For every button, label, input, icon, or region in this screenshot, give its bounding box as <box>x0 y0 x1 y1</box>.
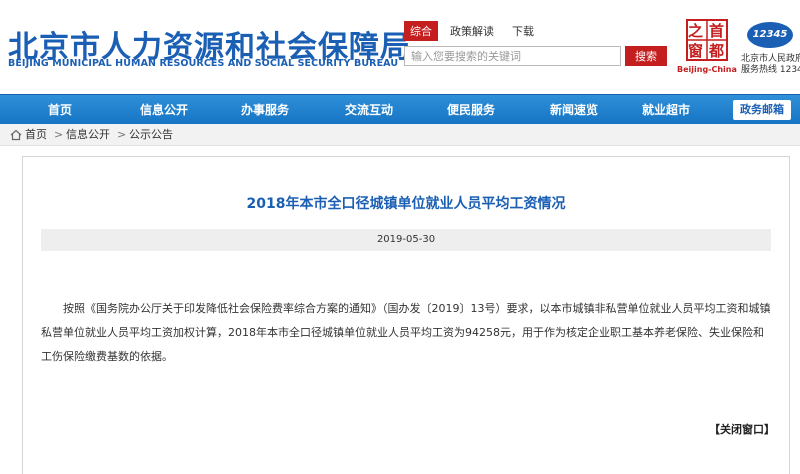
main-nav: 首页 信息公开 办事服务 交流互动 便民服务 新闻速览 就业超市 政务邮箱 <box>0 94 800 124</box>
capital-glyph: 之 <box>688 22 704 40</box>
nav-item-info-disclosure[interactable]: 信息公开 <box>140 95 188 125</box>
hotline-text: 北京市人民政府 服务热线 12345 <box>741 54 800 76</box>
capital-glyph: 首 <box>709 22 725 40</box>
site-header: 北京市人力资源和社会保障局 BEIJING MUNICIPAL HUMAN RE… <box>0 0 800 92</box>
capital-glyph: 都 <box>709 42 725 60</box>
breadcrumb-announcements[interactable]: 公示公告 <box>129 124 173 146</box>
nav-item-services[interactable]: 办事服务 <box>241 95 289 125</box>
breadcrumb-home[interactable]: 首页 <box>25 124 47 146</box>
search-button[interactable]: 搜索 <box>625 46 667 66</box>
nav-item-news[interactable]: 新闻速览 <box>550 95 598 125</box>
gov-mail-button[interactable]: 政务邮箱 <box>733 100 791 120</box>
breadcrumb-separator: > <box>54 128 64 141</box>
nav-item-public-services[interactable]: 便民服务 <box>447 95 495 125</box>
capital-label: Beijing-China <box>677 65 737 74</box>
home-icon <box>10 129 22 141</box>
article-body: 按照《国务院办公厅关于印发降低社会保险费率综合方案的通知》（国办发〔2019〕1… <box>41 302 771 363</box>
breadcrumb: 首页 > 信息公开 > 公示公告 <box>0 124 800 146</box>
nav-item-home[interactable]: 首页 <box>48 95 72 125</box>
hotline-line-2: 服务热线 12345 <box>741 65 800 75</box>
hotline-line-1: 北京市人民政府 <box>741 54 800 64</box>
site-subtitle: BEIJING MUNICIPAL HUMAN RESOURCES AND SO… <box>8 58 399 69</box>
breadcrumb-info-disclosure[interactable]: 信息公开 <box>66 124 110 146</box>
capital-window-logo[interactable]: 首 都 之 窗 Beijing-China <box>677 18 737 78</box>
nav-item-jobs[interactable]: 就业超市 <box>642 95 690 125</box>
hotline-logo[interactable]: 12345 北京市人民政府 服务热线 12345 <box>741 22 800 82</box>
search-input[interactable] <box>404 46 621 66</box>
search-tab-policy[interactable]: 政策解读 <box>444 21 500 41</box>
hotline-badge: 12345 <box>747 22 793 48</box>
search-tab-all[interactable]: 综合 <box>404 21 438 41</box>
nav-item-interaction[interactable]: 交流互动 <box>345 95 393 125</box>
article-title: 2018年本市全口径城镇单位就业人员平均工资情况 <box>246 196 566 212</box>
article-date: 2019-05-30 <box>41 229 771 251</box>
close-window-link[interactable]: 【关闭窗口】 <box>709 421 775 437</box>
capital-glyph: 窗 <box>688 42 704 60</box>
article-container: 2018年本市全口径城镇单位就业人员平均工资情况 2019-05-30 按照《国… <box>22 156 790 474</box>
search-tabs: 综合 政策解读 下载 <box>404 21 546 41</box>
search-tab-download[interactable]: 下载 <box>506 21 540 41</box>
breadcrumb-separator: > <box>117 128 127 141</box>
